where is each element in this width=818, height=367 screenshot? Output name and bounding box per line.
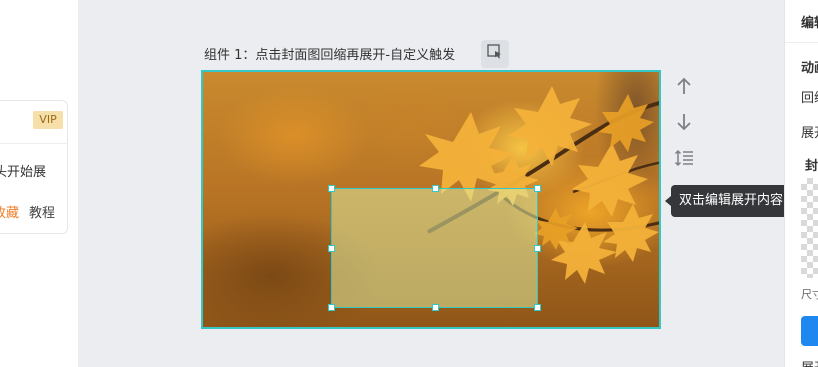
- tutorial-link[interactable]: 教程: [29, 202, 55, 221]
- resize-handle-right[interactable]: [534, 245, 541, 252]
- cover-setting-label: 封面: [805, 159, 818, 174]
- favorite-link[interactable]: 收藏: [0, 202, 19, 221]
- size-label: 尺寸: [801, 288, 818, 301]
- resize-handle-bottom-left[interactable]: [328, 304, 335, 311]
- panel-header-divider: [785, 42, 818, 43]
- line-spacing-button[interactable]: [674, 149, 694, 171]
- template-card[interactable]: VIP 从头开始展 收藏 教程: [0, 100, 68, 234]
- template-description: 从头开始展: [0, 165, 47, 180]
- vip-badge: VIP: [33, 111, 63, 129]
- primary-action-button[interactable]: [801, 316, 818, 346]
- line-spacing-icon: [674, 149, 694, 171]
- expand-section-label: 展开: [801, 357, 818, 367]
- resize-handle-left[interactable]: [328, 245, 335, 252]
- right-properties-panel: 编辑 动画 回缩 展开 封面 尺寸 展开: [784, 0, 818, 367]
- left-panel: VIP 从头开始展 收藏 教程: [0, 0, 78, 367]
- expand-area-selection[interactable]: [328, 185, 541, 311]
- move-down-button[interactable]: [674, 114, 694, 134]
- resize-handle-top[interactable]: [432, 185, 439, 192]
- cover-image-preview[interactable]: [801, 178, 818, 278]
- resize-handle-bottom-right[interactable]: [534, 304, 541, 311]
- move-up-button[interactable]: [674, 77, 694, 99]
- tooltip-text: 双击编辑展开内容: [679, 193, 784, 208]
- trigger-select-button[interactable]: [481, 40, 509, 68]
- resize-handle-top-left[interactable]: [328, 185, 335, 192]
- panel-header: 编辑: [801, 16, 818, 31]
- arrow-up-icon: [676, 77, 692, 99]
- animation-section-title: 动画: [801, 61, 818, 76]
- cover-image-frame[interactable]: [201, 70, 661, 329]
- collapse-setting-label[interactable]: 回缩: [801, 87, 818, 106]
- expand-setting-label[interactable]: 展开: [801, 122, 818, 141]
- resize-handle-top-right[interactable]: [534, 185, 541, 192]
- tooltip-arrow: [665, 196, 671, 206]
- cursor-select-icon: [487, 44, 503, 64]
- component-title: 组件 1：点击封面图回缩再展开-自定义触发: [204, 48, 456, 63]
- card-divider: [0, 143, 67, 144]
- edit-expand-tooltip: 双击编辑展开内容: [665, 185, 799, 217]
- arrow-down-icon: [676, 113, 692, 135]
- resize-handle-bottom[interactable]: [432, 304, 439, 311]
